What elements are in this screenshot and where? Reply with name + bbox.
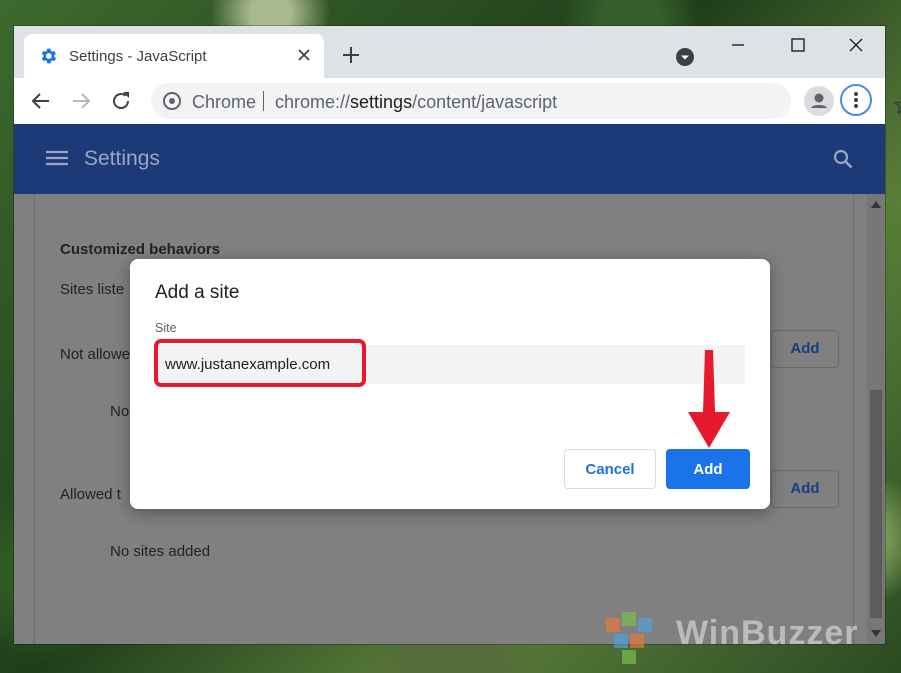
scroll-up-icon[interactable] xyxy=(871,200,881,208)
gear-icon xyxy=(41,48,57,64)
add-not-allowed-button[interactable]: Add xyxy=(771,330,839,368)
person-icon xyxy=(811,93,827,108)
tab-search-icon[interactable] xyxy=(676,48,694,66)
browser-toolbar: Chrome chrome://settings/content/javascr… xyxy=(14,78,901,124)
cancel-button[interactable]: Cancel xyxy=(564,449,656,489)
forward-icon[interactable] xyxy=(70,90,92,112)
watermark: WinBuzzer xyxy=(598,608,888,668)
minimize-icon[interactable] xyxy=(724,34,752,56)
no-sites-added-text: No sites added xyxy=(110,543,211,560)
url-path: /content/javascript xyxy=(412,92,558,112)
site-field-label: Site xyxy=(155,321,177,335)
page-title: Settings xyxy=(84,147,160,170)
add-allowed-button[interactable]: Add xyxy=(771,470,839,508)
allowed-label: Allowed t xyxy=(60,486,121,503)
site-input[interactable] xyxy=(155,345,745,384)
sites-listed-text: Sites liste xyxy=(60,281,125,298)
dialog-title: Add a site xyxy=(155,282,240,303)
watermark-text: WinBuzzer xyxy=(676,614,859,652)
omnibox-url: chrome://settings/content/javascript xyxy=(275,92,557,113)
maximize-icon[interactable] xyxy=(784,34,812,56)
no-sites-partial-text: No xyxy=(110,403,130,420)
omnibox-separator xyxy=(263,91,264,111)
omnibox-chrome-label: Chrome xyxy=(192,92,257,112)
bookmark-star-icon[interactable] xyxy=(893,94,901,116)
search-icon[interactable] xyxy=(832,148,854,170)
back-icon[interactable] xyxy=(30,90,52,112)
red-arrow-annotation xyxy=(688,350,730,448)
scroll-thumb[interactable] xyxy=(870,390,882,618)
settings-header: Settings xyxy=(14,124,885,194)
url-host: settings xyxy=(350,92,413,112)
new-tab-icon[interactable] xyxy=(340,44,362,66)
title-bar: Settings - JavaScript xyxy=(14,26,885,78)
more-vertical-icon xyxy=(854,92,858,108)
address-bar[interactable]: Chrome chrome://settings/content/javascr… xyxy=(151,83,901,119)
profile-avatar[interactable] xyxy=(804,86,834,116)
scrollbar[interactable] xyxy=(867,194,885,644)
reload-icon[interactable] xyxy=(110,90,132,112)
hamburger-menu-icon[interactable] xyxy=(46,150,68,166)
close-tab-icon[interactable] xyxy=(294,45,314,65)
section-heading: Customized behaviors xyxy=(60,241,221,258)
close-window-icon[interactable] xyxy=(842,34,870,56)
tab-title: Settings - JavaScript xyxy=(69,48,207,65)
add-site-dialog: Add a site Site Cancel Add xyxy=(130,259,770,509)
tab-settings-javascript[interactable]: Settings - JavaScript xyxy=(24,34,324,78)
not-allowed-label: Not allowe xyxy=(60,346,131,363)
add-button[interactable]: Add xyxy=(666,449,750,489)
chrome-icon xyxy=(163,92,181,110)
browser-menu-button[interactable] xyxy=(840,84,872,116)
winbuzzer-logo-icon xyxy=(606,612,652,664)
url-prefix: chrome:// xyxy=(275,92,351,112)
